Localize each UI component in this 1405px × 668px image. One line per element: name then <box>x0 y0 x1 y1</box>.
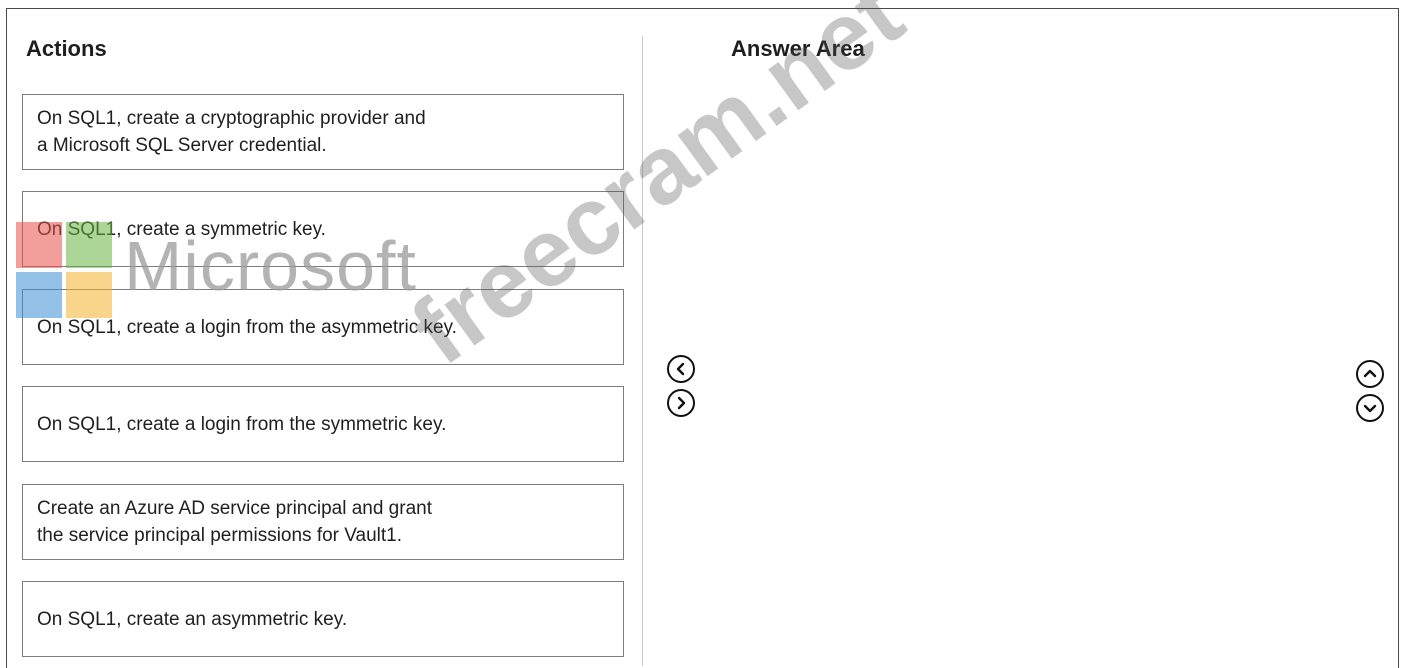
chevron-right-icon <box>677 396 686 410</box>
chevron-down-icon <box>1363 404 1377 413</box>
move-left-button[interactable] <box>667 355 695 383</box>
action-item-line: On SQL1, create an asymmetric key. <box>37 608 348 630</box>
move-right-button[interactable] <box>667 389 695 417</box>
move-up-button[interactable] <box>1356 360 1384 388</box>
action-item-line: the service principal permissions for Va… <box>37 525 403 546</box>
actions-title: Actions <box>26 36 107 61</box>
action-item-line: On SQL1, create a login from the symmetr… <box>37 413 447 435</box>
action-item-line: On SQL1, create a cryptographic provider… <box>37 108 426 129</box>
action-item-line: a Microsoft SQL Server credential. <box>37 135 327 156</box>
logo-watermark-text: Microsoft <box>124 227 417 305</box>
action-item-line: Create an Azure AD service principal and… <box>37 498 432 519</box>
action-item[interactable]: On SQL1, create a login from the symmetr… <box>22 386 624 462</box>
microsoft-logo-icon <box>16 222 116 322</box>
move-down-button[interactable] <box>1356 394 1384 422</box>
chevron-up-icon <box>1363 369 1377 378</box>
action-item[interactable]: Create an Azure AD service principal and… <box>22 484 624 560</box>
action-item[interactable]: On SQL1, create a cryptographic provider… <box>22 94 624 170</box>
action-item[interactable]: On SQL1, create an asymmetric key. <box>22 581 624 657</box>
chevron-left-icon <box>676 362 685 376</box>
